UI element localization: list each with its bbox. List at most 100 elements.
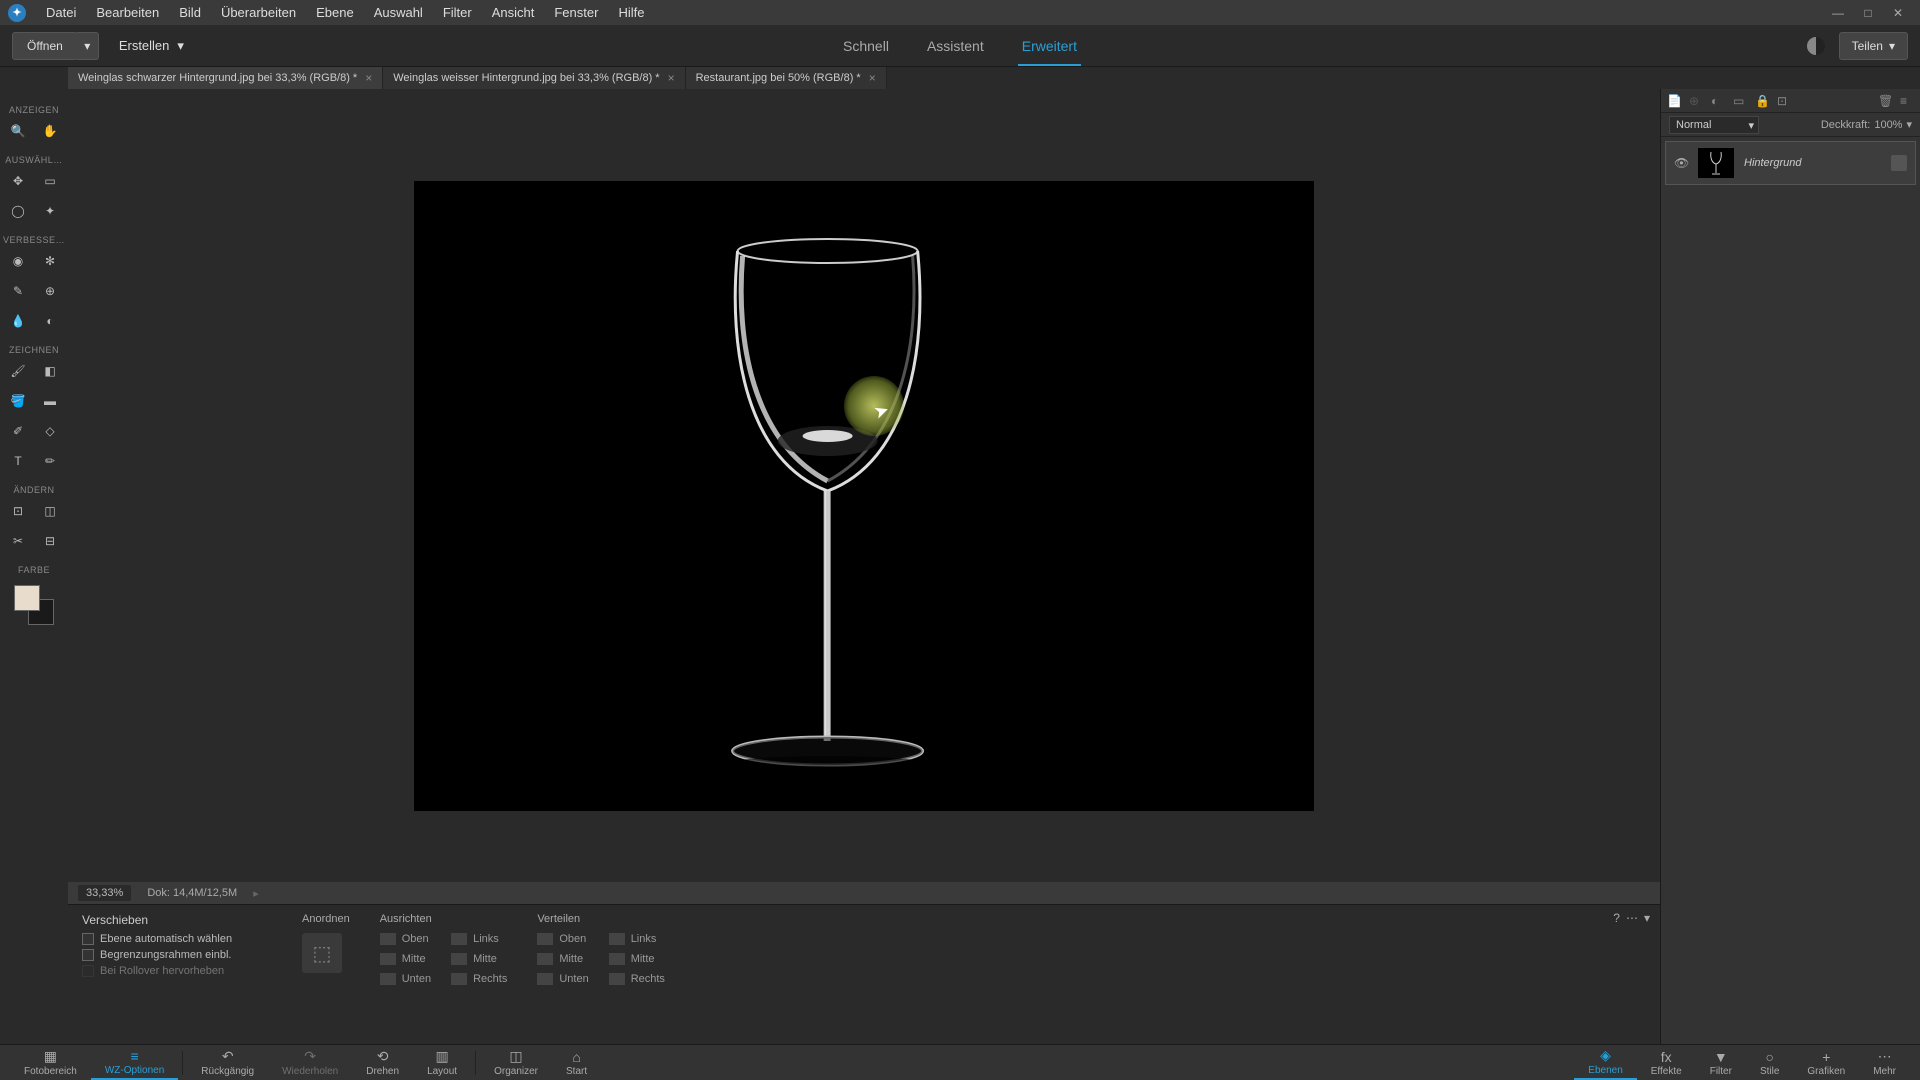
status-arrow-icon[interactable]: ▸ (253, 887, 259, 900)
blur-tool[interactable]: 💧 (6, 309, 30, 333)
styles-tab-button[interactable]: ○Stile (1746, 1045, 1793, 1080)
menu-image[interactable]: Bild (169, 5, 211, 20)
layers-tab-button[interactable]: ◈Ebenen (1574, 1045, 1636, 1080)
lasso-tool[interactable]: ◯ (6, 199, 30, 223)
redo-button[interactable]: ↷Wiederholen (268, 1045, 352, 1080)
home-button[interactable]: ⌂Start (552, 1045, 601, 1080)
gradient-tool[interactable]: ▬ (38, 389, 62, 413)
arrange-icon[interactable]: ⬚ (302, 933, 342, 973)
eraser-tool[interactable]: ◧ (38, 359, 62, 383)
close-icon[interactable]: × (869, 71, 876, 85)
recompose-tool[interactable]: ◫ (38, 499, 62, 523)
redeye-tool[interactable]: ◉ (6, 249, 30, 273)
mode-quick[interactable]: Schnell (839, 26, 893, 66)
move-tool[interactable]: ✥ (6, 169, 30, 193)
auto-select-layer[interactable]: Ebene automatisch wählen (82, 933, 302, 945)
pencil-tool[interactable]: ✏ (38, 449, 62, 473)
dist-middle[interactable]: Mitte (537, 953, 588, 965)
new-layer-icon[interactable]: 📄 (1667, 94, 1681, 108)
checkbox-icon[interactable] (82, 949, 94, 961)
lock-icon[interactable]: 🔒 (1755, 94, 1769, 108)
trash-icon[interactable]: 🗑 (1878, 94, 1892, 108)
create-button[interactable]: Erstellen ▾ (119, 38, 184, 54)
menu-enhance[interactable]: Überarbeiten (211, 5, 306, 20)
menu-file[interactable]: Datei (36, 5, 86, 20)
collapse-icon[interactable]: ▾ (1644, 911, 1650, 925)
layer-row[interactable]: 👁 Hintergrund (1665, 141, 1916, 185)
marquee-tool[interactable]: ▭ (38, 169, 62, 193)
align-left[interactable]: Links (451, 933, 507, 945)
adjustment-icon[interactable]: ◐ (1711, 94, 1725, 108)
menu-select[interactable]: Auswahl (364, 5, 433, 20)
opacity-value[interactable]: 100% (1874, 119, 1902, 131)
open-dropdown[interactable]: ▾ (77, 32, 99, 60)
zoom-level[interactable]: 33,33% (78, 885, 131, 901)
dist-top[interactable]: Oben (537, 933, 588, 945)
filters-tab-button[interactable]: ▼Filter (1696, 1045, 1746, 1080)
smart-brush-tool[interactable]: ✎ (6, 279, 30, 303)
undo-button[interactable]: ↶Rückgängig (187, 1045, 268, 1080)
more-tab-button[interactable]: ⋯Mehr (1859, 1045, 1910, 1080)
zoom-tool[interactable]: 🔍 (6, 119, 30, 143)
window-maximize[interactable]: □ (1854, 3, 1882, 23)
help-icon[interactable]: ? (1613, 911, 1620, 925)
share-button[interactable]: Teilen ▾ (1839, 32, 1908, 60)
color-swatches[interactable] (14, 585, 54, 625)
show-bounding-box[interactable]: Begrenzungsrahmen einbl. (82, 949, 302, 961)
contrast-icon[interactable] (1807, 37, 1825, 55)
dist-center[interactable]: Mitte (609, 953, 665, 965)
align-middle[interactable]: Mitte (380, 953, 431, 965)
layer-lock-icon[interactable] (1891, 155, 1907, 171)
dist-left[interactable]: Links (609, 933, 665, 945)
align-bottom[interactable]: Unten (380, 973, 431, 985)
chevron-down-icon[interactable]: ▾ (1906, 118, 1912, 131)
hand-tool[interactable]: ✋ (38, 119, 62, 143)
straighten-tool[interactable]: ⊟ (38, 529, 62, 553)
doc-tab-0[interactable]: Weinglas schwarzer Hintergrund.jpg bei 3… (68, 67, 383, 89)
wand-tool[interactable]: ✦ (38, 199, 62, 223)
content-move-tool[interactable]: ✂ (6, 529, 30, 553)
crop-tool[interactable]: ⊡ (6, 499, 30, 523)
window-minimize[interactable]: — (1824, 3, 1852, 23)
window-close[interactable]: ✕ (1884, 3, 1912, 23)
close-icon[interactable]: × (668, 71, 675, 85)
doc-tab-2[interactable]: Restaurant.jpg bei 50% (RGB/8) * × (686, 67, 887, 89)
shape-tool[interactable]: ◇ (38, 419, 62, 443)
menu-filter[interactable]: Filter (433, 5, 482, 20)
graphics-tab-button[interactable]: +Grafiken (1793, 1045, 1859, 1080)
foreground-color[interactable] (14, 585, 40, 611)
menu-layer[interactable]: Ebene (306, 5, 364, 20)
eyedropper-tool[interactable]: ✐ (6, 419, 30, 443)
menu-window[interactable]: Fenster (544, 5, 608, 20)
mode-expert[interactable]: Erweitert (1018, 26, 1081, 66)
effects-tab-button[interactable]: fxEffekte (1637, 1045, 1696, 1080)
layer-thumbnail[interactable] (1698, 148, 1734, 178)
open-button[interactable]: Öffnen (12, 32, 78, 60)
doc-tab-1[interactable]: Weinglas weisser Hintergrund.jpg bei 33,… (383, 67, 685, 89)
new-group-icon[interactable]: ⊕ (1689, 94, 1703, 108)
text-tool[interactable]: T (6, 449, 30, 473)
dist-bottom[interactable]: Unten (537, 973, 588, 985)
sponge-tool[interactable]: ◐ (38, 309, 62, 333)
mode-guided[interactable]: Assistent (923, 26, 988, 66)
link-icon[interactable]: ⊡ (1777, 94, 1791, 108)
panel-menu-icon[interactable]: ≡ (1900, 94, 1914, 108)
rotate-button[interactable]: ⟲Drehen (352, 1045, 413, 1080)
organizer-button[interactable]: ◫Organizer (480, 1045, 552, 1080)
photo-bin-button[interactable]: ▦Fotobereich (10, 1045, 91, 1080)
clone-tool[interactable]: ⊕ (38, 279, 62, 303)
layout-button[interactable]: ▥Layout (413, 1045, 471, 1080)
tool-options-button[interactable]: ≡WZ-Optionen (91, 1045, 178, 1080)
visibility-icon[interactable]: 👁 (1674, 156, 1688, 170)
menu-edit[interactable]: Bearbeiten (86, 5, 169, 20)
mask-icon[interactable]: ▭ (1733, 94, 1747, 108)
align-top[interactable]: Oben (380, 933, 431, 945)
close-icon[interactable]: × (365, 71, 372, 85)
align-right[interactable]: Rechts (451, 973, 507, 985)
fill-tool[interactable]: 🪣 (6, 389, 30, 413)
canvas-image[interactable]: ➤ (414, 181, 1314, 811)
spot-heal-tool[interactable]: ✻ (38, 249, 62, 273)
menu-help[interactable]: Hilfe (608, 5, 654, 20)
layer-name[interactable]: Hintergrund (1744, 157, 1881, 169)
menu-view[interactable]: Ansicht (482, 5, 545, 20)
